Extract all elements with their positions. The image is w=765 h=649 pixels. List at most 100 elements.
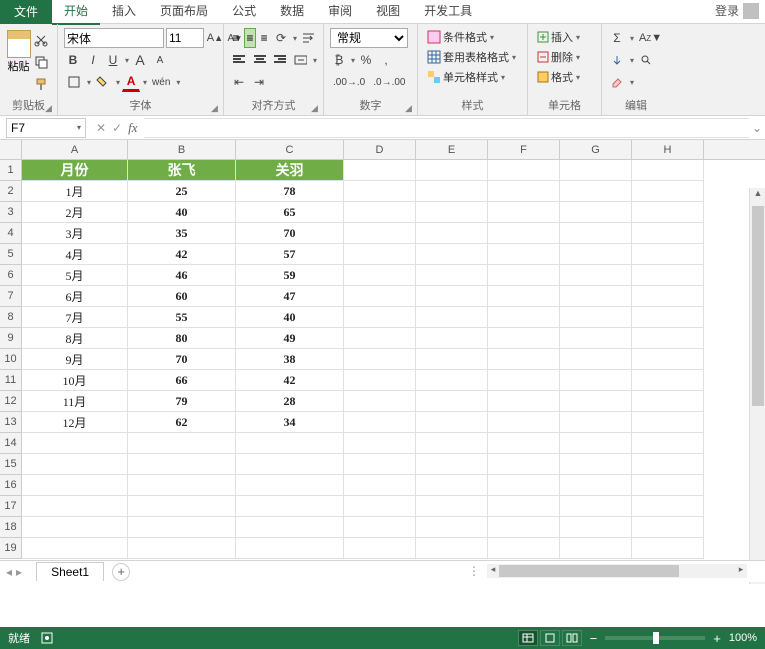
- cell-H18[interactable]: [632, 517, 704, 538]
- spreadsheet-grid[interactable]: ABCDEFGH 1月份张飞关羽21月257832月406543月357054月…: [0, 140, 765, 560]
- cell-G13[interactable]: [560, 412, 632, 433]
- cell-C18[interactable]: [236, 517, 344, 538]
- cell-A5[interactable]: 4月: [22, 244, 128, 265]
- cell-D13[interactable]: [344, 412, 416, 433]
- cell-B1[interactable]: 张飞: [128, 160, 236, 181]
- scroll-right-icon[interactable]: ▸: [735, 564, 747, 578]
- row-header-13[interactable]: 13: [0, 412, 22, 433]
- col-header-B[interactable]: B: [128, 140, 236, 159]
- row-header-8[interactable]: 8: [0, 307, 22, 328]
- cell-B4[interactable]: 35: [128, 223, 236, 244]
- cell-B16[interactable]: [128, 475, 236, 496]
- cell-D5[interactable]: [344, 244, 416, 265]
- align-top-button[interactable]: ≡: [230, 28, 242, 48]
- select-all-corner[interactable]: [0, 140, 22, 159]
- hscroll-thumb[interactable]: [499, 565, 679, 577]
- cell-B5[interactable]: 42: [128, 244, 236, 265]
- formula-input[interactable]: [144, 118, 749, 138]
- cell-D7[interactable]: [344, 286, 416, 307]
- row-header-1[interactable]: 1: [0, 160, 22, 181]
- cell-G3[interactable]: [560, 202, 632, 223]
- cell-D11[interactable]: [344, 370, 416, 391]
- align-left-button[interactable]: [230, 50, 248, 70]
- cell-B14[interactable]: [128, 433, 236, 454]
- cell-A9[interactable]: 8月: [22, 328, 128, 349]
- row-header-7[interactable]: 7: [0, 286, 22, 307]
- menu-tab-2[interactable]: 页面布局: [148, 0, 220, 25]
- cell-H15[interactable]: [632, 454, 704, 475]
- zoom-level[interactable]: 100%: [729, 632, 757, 644]
- cell-E10[interactable]: [416, 349, 488, 370]
- cell-C17[interactable]: [236, 496, 344, 517]
- fx-icon[interactable]: fx: [128, 120, 137, 136]
- increase-font-button[interactable]: A▲: [206, 28, 224, 48]
- font-size-select[interactable]: [166, 28, 204, 48]
- cell-H13[interactable]: [632, 412, 704, 433]
- cell-E5[interactable]: [416, 244, 488, 265]
- cell-H10[interactable]: [632, 349, 704, 370]
- comma-button[interactable]: ,: [377, 50, 395, 70]
- cell-B9[interactable]: 80: [128, 328, 236, 349]
- cell-H2[interactable]: [632, 181, 704, 202]
- cell-A12[interactable]: 11月: [22, 391, 128, 412]
- cell-G19[interactable]: [560, 538, 632, 559]
- align-center-button[interactable]: [250, 50, 268, 70]
- cell-D10[interactable]: [344, 349, 416, 370]
- col-header-H[interactable]: H: [632, 140, 704, 159]
- cell-B13[interactable]: 62: [128, 412, 236, 433]
- cell-H9[interactable]: [632, 328, 704, 349]
- merge-button[interactable]: [291, 50, 310, 70]
- cell-F19[interactable]: [488, 538, 560, 559]
- phonetic-button[interactable]: wén: [149, 72, 173, 92]
- cell-C5[interactable]: 57: [236, 244, 344, 265]
- cell-D19[interactable]: [344, 538, 416, 559]
- scroll-up-icon[interactable]: ▲: [750, 188, 765, 204]
- cell-G11[interactable]: [560, 370, 632, 391]
- cell-F7[interactable]: [488, 286, 560, 307]
- cell-C8[interactable]: 40: [236, 307, 344, 328]
- cell-G18[interactable]: [560, 517, 632, 538]
- menu-tab-1[interactable]: 插入: [100, 0, 148, 25]
- cell-G17[interactable]: [560, 496, 632, 517]
- increase-decimal-button[interactable]: .00→.0: [330, 72, 368, 92]
- orientation-button[interactable]: ⟳: [272, 28, 290, 48]
- row-header-6[interactable]: 6: [0, 265, 22, 286]
- cell-D6[interactable]: [344, 265, 416, 286]
- col-header-C[interactable]: C: [236, 140, 344, 159]
- conditional-format-button[interactable]: 条件格式▾: [424, 28, 521, 46]
- clipboard-launcher-icon[interactable]: ◢: [45, 103, 55, 113]
- find-button[interactable]: [637, 50, 655, 70]
- add-sheet-button[interactable]: +: [112, 563, 130, 581]
- cell-D4[interactable]: [344, 223, 416, 244]
- cell-E1[interactable]: [416, 160, 488, 181]
- cell-E3[interactable]: [416, 202, 488, 223]
- cell-B18[interactable]: [128, 517, 236, 538]
- cell-D17[interactable]: [344, 496, 416, 517]
- align-middle-button[interactable]: ≡: [244, 28, 257, 48]
- menu-tab-0[interactable]: 开始: [52, 0, 100, 25]
- cell-B15[interactable]: [128, 454, 236, 475]
- number-format-select[interactable]: 常规: [330, 28, 408, 48]
- cell-F8[interactable]: [488, 307, 560, 328]
- cell-E16[interactable]: [416, 475, 488, 496]
- cell-F15[interactable]: [488, 454, 560, 475]
- font-launcher-icon[interactable]: ◢: [211, 103, 221, 113]
- format-painter-button[interactable]: [31, 74, 51, 94]
- cell-H7[interactable]: [632, 286, 704, 307]
- italic-button[interactable]: I: [84, 50, 102, 70]
- cell-G8[interactable]: [560, 307, 632, 328]
- sheet-nav-prev-icon[interactable]: ◂: [6, 565, 12, 579]
- cell-E19[interactable]: [416, 538, 488, 559]
- col-header-D[interactable]: D: [344, 140, 416, 159]
- bold-button[interactable]: B: [64, 50, 82, 70]
- font-color-small-button[interactable]: A: [151, 50, 169, 70]
- cell-G10[interactable]: [560, 349, 632, 370]
- cell-F17[interactable]: [488, 496, 560, 517]
- cell-A15[interactable]: [22, 454, 128, 475]
- cell-G7[interactable]: [560, 286, 632, 307]
- cell-G14[interactable]: [560, 433, 632, 454]
- name-box[interactable]: F7▾: [6, 118, 86, 138]
- font-color-large-button[interactable]: A: [131, 50, 149, 70]
- menu-file[interactable]: 文件: [0, 0, 52, 24]
- row-header-16[interactable]: 16: [0, 475, 22, 496]
